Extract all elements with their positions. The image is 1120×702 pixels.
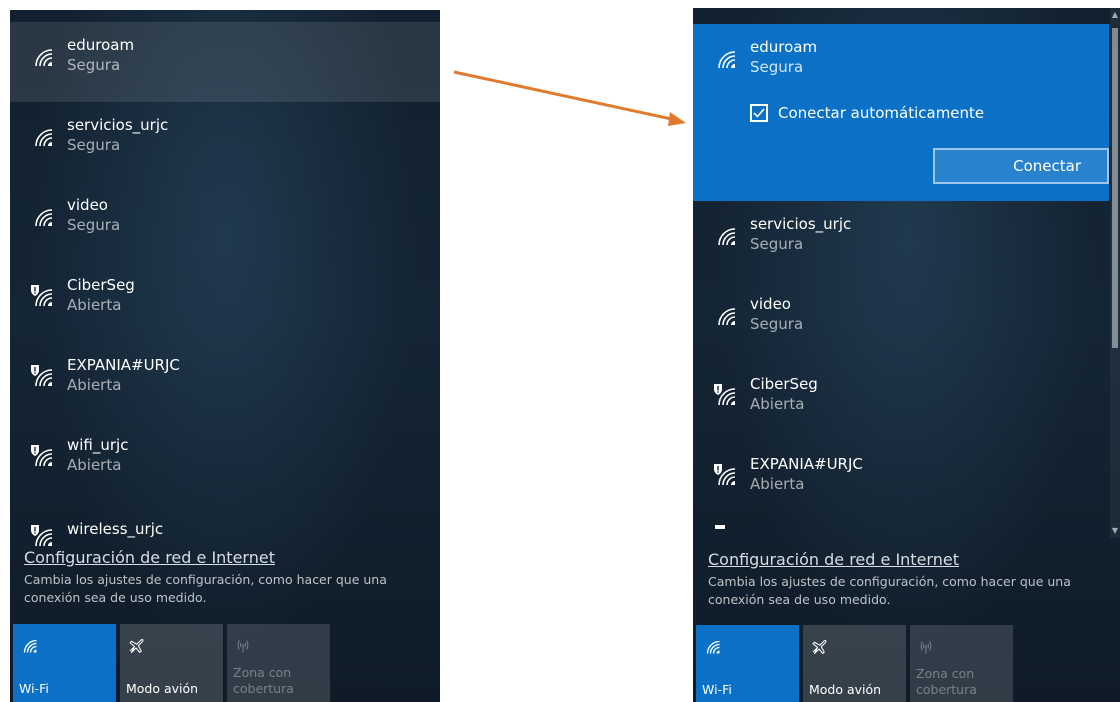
network-status: Abierta <box>750 475 805 493</box>
network-status: Segura <box>750 235 804 253</box>
airplane-mode-tile[interactable]: Modo avión <box>120 624 223 702</box>
quick-action-tiles: Wi-Fi Modo avión Zona con cobertura <box>13 624 330 702</box>
network-item-ciberseg[interactable]: CiberSeg Abierta <box>693 361 1109 441</box>
network-item-wifi-urjc[interactable]: wifi_urjc Abierta <box>10 422 440 502</box>
network-status: Segura <box>67 216 121 234</box>
connect-button[interactable]: Conectar <box>933 148 1109 184</box>
tile-label: Zona con cobertura <box>916 666 977 697</box>
network-name: CiberSeg <box>67 276 135 294</box>
hotspot-icon <box>237 640 249 653</box>
open-network-warning-icon <box>31 285 53 307</box>
quick-action-tiles: Wi-Fi Modo avión Zona con cobertura <box>696 625 1013 702</box>
wifi-flyout-before: eduroam Segura servicios_urjc Segura vid… <box>10 10 440 702</box>
network-item-expania-urjc[interactable]: EXPANIA#URJC Abierta <box>10 342 440 422</box>
tile-label: Wi-Fi <box>702 682 732 697</box>
network-status: Segura <box>750 315 804 333</box>
network-status: Segura <box>750 58 804 76</box>
network-name: EXPANIA#URJC <box>67 356 180 374</box>
network-item-video[interactable]: video Segura <box>10 182 440 262</box>
hotspot-icon <box>920 641 932 654</box>
network-item-ciberseg[interactable]: CiberSeg Abierta <box>10 262 440 342</box>
wifi-signal-icon <box>718 51 736 69</box>
open-network-warning-icon <box>714 464 736 486</box>
network-settings-link[interactable]: Configuración de red e Internet <box>24 548 275 567</box>
network-item-expania-urjc[interactable]: EXPANIA#URJC Abierta <box>693 441 1109 521</box>
network-settings-description: Cambia los ajustes de configuración, com… <box>708 574 1071 607</box>
airplane-icon <box>812 639 827 655</box>
network-item-wireless-urjc[interactable]: wireless_urjc <box>10 502 440 547</box>
network-name: servicios_urjc <box>750 215 852 233</box>
wifi-flyout-after: eduroam Segura Conectar automáticamente … <box>693 8 1120 702</box>
comparison-stage: eduroam Segura servicios_urjc Segura vid… <box>0 0 1120 702</box>
mobile-hotspot-tile[interactable]: Zona con cobertura <box>227 624 330 702</box>
wifi-icon <box>706 640 720 654</box>
wifi-signal-icon <box>35 209 53 227</box>
network-settings-link[interactable]: Configuración de red e Internet <box>708 550 959 569</box>
network-status: Abierta <box>67 296 122 314</box>
auto-connect-row: Conectar automáticamente <box>750 104 984 122</box>
network-name: wireless_urjc <box>67 520 164 538</box>
network-item-eduroam-selected[interactable]: eduroam Segura Conectar automáticamente … <box>693 24 1109 201</box>
network-status: Abierta <box>67 456 122 474</box>
open-network-warning-icon <box>31 525 53 547</box>
wifi-signal-icon <box>718 308 736 326</box>
auto-connect-checkbox[interactable] <box>750 104 768 122</box>
network-name: video <box>67 196 108 214</box>
network-status: Segura <box>67 56 121 74</box>
network-name: video <box>750 295 791 313</box>
wifi-signal-icon <box>35 49 53 67</box>
mobile-hotspot-tile[interactable]: Zona con cobertura <box>910 625 1013 702</box>
wifi-signal-icon <box>35 129 53 147</box>
network-item-servicios-urjc[interactable]: servicios_urjc Segura <box>693 201 1109 281</box>
auto-connect-label: Conectar automáticamente <box>778 104 985 122</box>
network-name: CiberSeg <box>750 375 818 393</box>
transition-arrow <box>453 70 686 126</box>
network-status: Abierta <box>67 376 122 394</box>
network-item-servicios-urjc[interactable]: servicios_urjc Segura <box>10 102 440 182</box>
airplane-mode-tile[interactable]: Modo avión <box>803 625 906 702</box>
wifi-signal-icon <box>718 228 736 246</box>
network-item-video[interactable]: video Segura <box>693 281 1109 361</box>
airplane-icon <box>129 638 144 654</box>
network-settings-description: Cambia los ajustes de configuración, com… <box>24 572 387 605</box>
network-list: eduroam Segura Conectar automáticamente … <box>693 24 1109 521</box>
network-name: servicios_urjc <box>67 116 169 134</box>
open-network-warning-icon <box>31 365 53 387</box>
network-status: Segura <box>67 136 121 154</box>
network-list-scrollbar[interactable]: ▲ ▼ <box>1110 8 1120 538</box>
wifi-toggle-tile[interactable]: Wi-Fi <box>13 624 116 702</box>
network-name: eduroam <box>67 36 135 54</box>
wifi-toggle-tile[interactable]: Wi-Fi <box>696 625 799 702</box>
scrollbar-thumb[interactable] <box>1112 28 1118 348</box>
network-status: Abierta <box>750 395 805 413</box>
open-network-warning-icon <box>714 384 736 406</box>
tile-label: Modo avión <box>126 681 199 696</box>
network-settings-section: Configuración de red e Internet Cambia l… <box>24 548 428 607</box>
wifi-icon <box>23 639 37 653</box>
tile-label: Wi-Fi <box>19 681 49 696</box>
partial-network-icon <box>715 525 725 529</box>
open-network-warning-icon <box>31 445 53 467</box>
network-list: eduroam Segura servicios_urjc Segura vid… <box>10 22 440 547</box>
network-name: EXPANIA#URJC <box>750 455 863 473</box>
tile-label: Zona con cobertura <box>233 665 294 696</box>
network-name: wifi_urjc <box>67 436 129 454</box>
tile-label: Modo avión <box>809 682 882 697</box>
network-item-eduroam[interactable]: eduroam Segura <box>10 22 440 102</box>
scroll-up-icon[interactable]: ▲ <box>1111 10 1119 20</box>
scroll-down-icon[interactable]: ▼ <box>1111 526 1119 536</box>
checkmark-icon <box>753 108 765 118</box>
network-settings-section: Configuración de red e Internet Cambia l… <box>708 550 1108 609</box>
network-name: eduroam <box>750 38 818 56</box>
